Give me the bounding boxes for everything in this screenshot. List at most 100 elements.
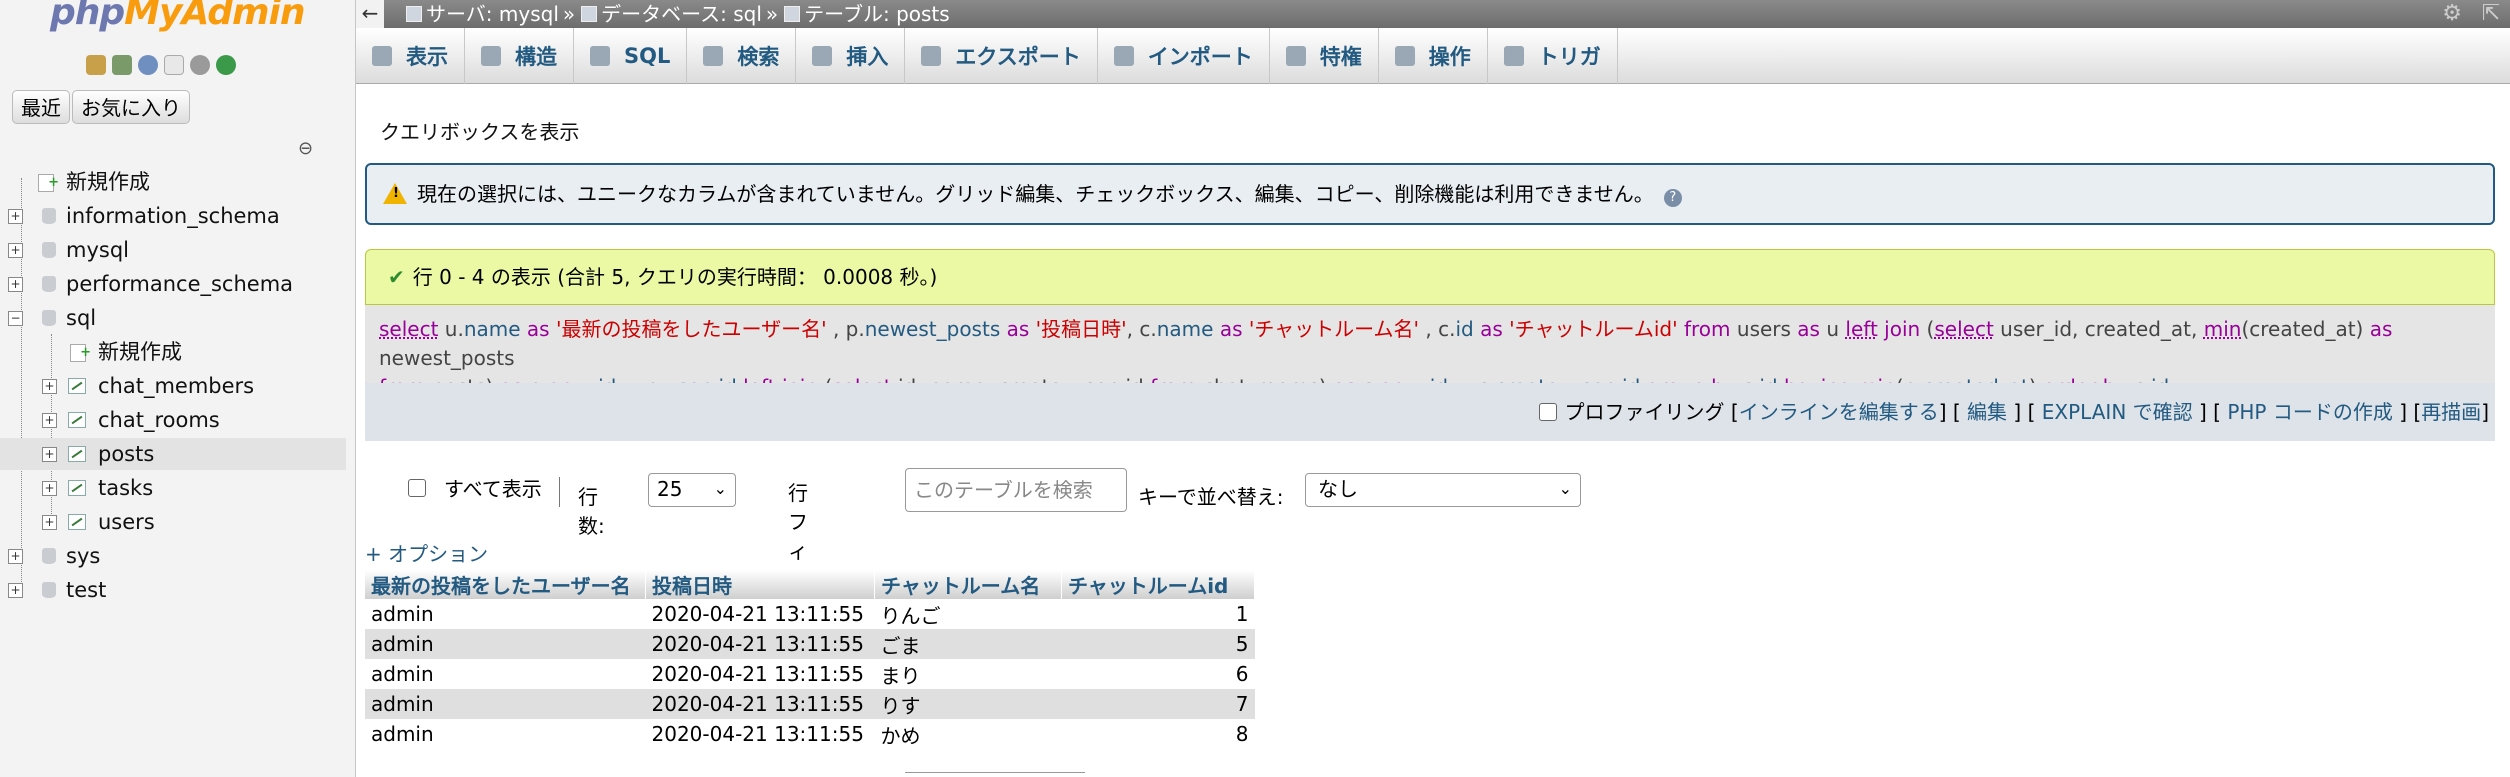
collapse-icon[interactable]: ⇱ — [2482, 0, 2500, 28]
show-all-checkbox[interactable] — [408, 479, 426, 497]
tree-item-chat-members[interactable]: + chat_members — [0, 370, 346, 402]
column-header[interactable]: 投稿日時 — [645, 570, 875, 599]
operations-icon — [1394, 46, 1415, 66]
sort-key-label: キーで並べ替え: — [1138, 485, 1284, 509]
tree-item-performance-schema[interactable]: + performance_schema — [0, 268, 346, 300]
table-cell: admin — [365, 659, 646, 689]
table-cell: 6 — [1061, 659, 1255, 689]
tab-triggers[interactable]: トリガ — [1488, 28, 1618, 84]
sql-tools-bar: プロファイリング [インラインを編集する] [ 編集 ] [ EXPLAIN で… — [365, 383, 2495, 441]
rows-per-page-select[interactable]: 25 ⌄ — [648, 473, 736, 507]
tree-item-posts[interactable]: + posts — [0, 438, 346, 470]
expand-icon[interactable]: + — [8, 243, 23, 258]
export-icon — [921, 46, 942, 66]
table-cell: 5 — [1061, 629, 1255, 659]
tree-item-users[interactable]: + users — [0, 506, 346, 538]
tab-search[interactable]: 検索 — [687, 28, 797, 84]
link-icon[interactable]: ⊖ — [298, 138, 313, 159]
breadcrumb-table[interactable]: テーブル: posts — [804, 2, 950, 26]
profiling-checkbox[interactable] — [1538, 403, 1557, 421]
column-header[interactable]: 最新の投稿をしたユーザー名 — [365, 570, 646, 599]
table-cell: 2020-04-21 13:11:55 — [645, 629, 875, 659]
tab-sql[interactable]: SQL — [574, 28, 688, 84]
column-header[interactable]: チャットルームid — [1061, 570, 1255, 599]
table-cell: admin — [365, 689, 646, 719]
docs-icon[interactable] — [164, 55, 184, 75]
structure-icon — [481, 46, 501, 66]
help-icon[interactable]: ? — [1663, 189, 1682, 207]
column-header[interactable]: チャットルーム名 — [874, 570, 1062, 599]
inline-edit-link[interactable]: インラインを編集する — [1739, 400, 1939, 424]
breadcrumb-server[interactable]: サーバ: mysql — [426, 2, 559, 26]
home-icon[interactable] — [86, 55, 106, 75]
show-all-label: すべて表示 — [444, 477, 542, 501]
table-header-row: 最新の投稿をしたユーザー名 投稿日時 チャットルーム名 チャットルームid — [365, 570, 1255, 599]
breadcrumb: サーバ: mysql» データベース: sql» テーブル: posts — [406, 0, 954, 28]
sql-icon — [590, 46, 610, 66]
tree-item-tasks[interactable]: + tasks — [0, 472, 346, 504]
import-icon — [1113, 46, 1134, 66]
expand-icon[interactable]: + — [8, 583, 23, 598]
expand-icon[interactable]: + — [42, 413, 57, 428]
scroll-region-edge — [905, 772, 1085, 777]
settings-icon[interactable] — [190, 55, 210, 75]
tab-import[interactable]: インポート — [1098, 28, 1270, 84]
favorites-button[interactable]: お気に入り — [72, 90, 190, 124]
table-icon — [68, 446, 86, 462]
options-link[interactable]: + オプション — [365, 538, 488, 567]
expand-icon[interactable]: + — [8, 277, 23, 292]
tree-item-chat-rooms[interactable]: + chat_rooms — [0, 404, 346, 436]
privileges-icon — [1285, 46, 1306, 66]
sort-key-select[interactable]: なし ⌄ — [1305, 473, 1581, 507]
help-icon[interactable] — [138, 55, 158, 75]
tab-browse[interactable]: 表示 — [356, 28, 465, 84]
tree-item-test[interactable]: + test — [0, 574, 346, 606]
expand-icon[interactable]: + — [42, 515, 57, 530]
rows-label: 行数: — [578, 485, 605, 538]
filter-input[interactable]: このテーブルを検索 — [905, 468, 1127, 512]
tree-item-sql-new[interactable]: 新規作成 — [0, 336, 346, 369]
php-code-link[interactable]: PHP コードの作成 — [2227, 400, 2393, 424]
recent-button[interactable]: 最近 — [12, 90, 70, 124]
reload-icon[interactable] — [216, 55, 236, 75]
phpmyadmin-logo[interactable]: phpMyAdmin — [50, 0, 305, 33]
tab-operations[interactable]: 操作 — [1379, 28, 1488, 84]
edit-link[interactable]: 編集 — [1967, 400, 2007, 424]
database-icon — [42, 548, 56, 564]
logout-icon[interactable] — [112, 55, 132, 75]
expand-icon[interactable]: + — [42, 379, 57, 394]
tree-item-information-schema[interactable]: + information_schema — [0, 200, 346, 232]
table-icon — [68, 412, 86, 428]
refresh-link[interactable]: 再描画 — [2421, 400, 2481, 424]
expand-icon[interactable]: + — [8, 209, 23, 224]
table-cell: りす — [874, 689, 1062, 719]
gear-icon[interactable]: ⚙ — [2442, 0, 2462, 28]
success-message: ✔ 行 0 - 4 の表示 (合計 5, クエリの実行時間： 0.0008 秒。) — [365, 249, 2495, 305]
collapse-icon[interactable]: − — [8, 311, 23, 326]
table-row: admin 2020-04-21 13:11:55 ごま 5 — [365, 629, 1255, 659]
table-cell: 7 — [1061, 689, 1255, 719]
tree-item-sql[interactable]: − sql — [0, 302, 346, 334]
table-row: admin 2020-04-21 13:11:55 りんご 1 — [365, 599, 1255, 629]
tree-item-mysql[interactable]: + mysql — [0, 234, 346, 266]
tree-item-new[interactable]: 新規作成 — [0, 166, 346, 199]
table-icon — [68, 514, 86, 530]
expand-icon[interactable]: + — [8, 549, 23, 564]
table-cell: りんご — [874, 599, 1062, 629]
browse-icon — [372, 46, 392, 66]
table-row: admin 2020-04-21 13:11:55 りす 7 — [365, 689, 1255, 719]
explain-link[interactable]: EXPLAIN で確認 — [2042, 400, 2193, 424]
tab-structure[interactable]: 構造 — [465, 28, 574, 84]
divider — [559, 477, 560, 507]
show-query-box-link[interactable]: クエリボックスを表示 — [380, 116, 579, 145]
tab-insert[interactable]: 挿入 — [796, 28, 906, 84]
expand-icon[interactable]: + — [42, 447, 57, 462]
insert-icon — [812, 46, 833, 66]
tab-privileges[interactable]: 特権 — [1270, 28, 1379, 84]
tree-item-sys[interactable]: + sys — [0, 540, 346, 572]
tab-export[interactable]: エクスポート — [905, 28, 1098, 84]
breadcrumb-database[interactable]: データベース: sql — [601, 2, 762, 26]
back-arrow-icon[interactable]: ← — [356, 0, 384, 28]
table-cell: 1 — [1061, 599, 1255, 629]
expand-icon[interactable]: + — [42, 481, 57, 496]
